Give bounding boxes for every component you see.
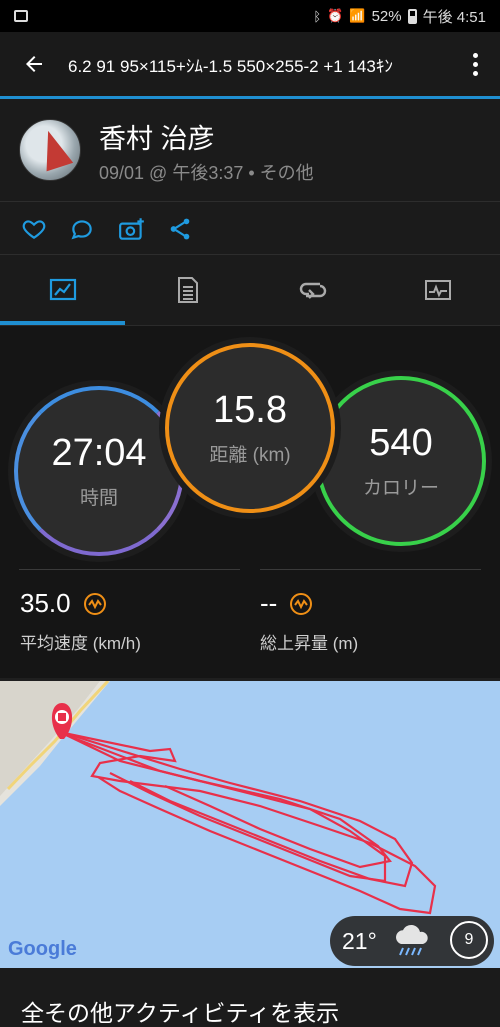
share-icon bbox=[170, 218, 190, 240]
footer: 全その他アクティビティを表示 bbox=[0, 968, 500, 1027]
distance-label: 距離 (km) bbox=[209, 445, 291, 466]
activity-datetime: 09/01 @ 午後3:37 • その他 bbox=[99, 163, 314, 183]
ascent-gauge-icon bbox=[290, 592, 313, 615]
time-ring: 27:04 時間 bbox=[14, 386, 184, 556]
back-button[interactable] bbox=[0, 32, 68, 96]
rain-cloud-icon bbox=[395, 924, 428, 956]
view-all-activities-link[interactable]: 全その他アクティビティを表示 bbox=[21, 994, 339, 1027]
temperature-value: 21° bbox=[342, 927, 377, 954]
summary-map-icon bbox=[49, 278, 76, 301]
action-bar bbox=[0, 202, 500, 254]
total-ascent-metric: -- 総上昇量 (m) bbox=[260, 588, 358, 654]
avatar[interactable] bbox=[19, 119, 81, 181]
alarm-icon: ⏰ bbox=[327, 8, 344, 23]
gps-track bbox=[63, 731, 437, 915]
clock: 午後 4:51 bbox=[422, 8, 486, 26]
arrow-left-icon bbox=[26, 56, 42, 72]
more-options-button[interactable] bbox=[450, 32, 500, 96]
more-vert-icon bbox=[472, 51, 478, 78]
bluetooth-icon: ᛒ bbox=[313, 8, 322, 24]
avg-speed-metric: 35.0 平均速度 (km/h) bbox=[20, 588, 141, 654]
app-bar: 6.2 91 95×115+ｼﾑ-1.5 550×255-2 +1 143ｷﾝ bbox=[0, 32, 500, 96]
total-ascent-value: -- bbox=[260, 588, 278, 618]
activity-title: 6.2 91 95×115+ｼﾑ-1.5 550×255-2 +1 143ｷﾝ bbox=[68, 56, 393, 76]
user-name: 香村 治彦 bbox=[99, 124, 215, 154]
total-ascent-label: 総上昇量 (m) bbox=[260, 634, 359, 653]
avg-speed-label: 平均速度 (km/h) bbox=[20, 634, 141, 653]
status-bar: ᛒ ⏰ 📶 52% 午後 4:51 bbox=[0, 0, 500, 32]
time-value: 27:04 bbox=[51, 432, 147, 474]
camera-add-icon bbox=[119, 218, 144, 240]
profile-header: 香村 治彦 09/01 @ 午後3:37 • その他 bbox=[0, 99, 500, 201]
wifi-icon: 📶 bbox=[349, 8, 366, 23]
google-logo: Google bbox=[8, 938, 77, 960]
tab-bar bbox=[0, 255, 500, 325]
distance-value: 15.8 bbox=[213, 389, 287, 431]
document-list-icon bbox=[177, 277, 198, 303]
calories-label: カロリー bbox=[362, 478, 439, 499]
battery-icon bbox=[407, 8, 417, 24]
battery-percent: 52% bbox=[371, 7, 402, 25]
loop-arrow-icon bbox=[299, 282, 326, 299]
time-label: 時間 bbox=[79, 488, 118, 509]
speed-gauge-icon bbox=[83, 592, 106, 615]
wind-value: 9 bbox=[464, 931, 474, 948]
add-photo-button[interactable] bbox=[118, 216, 144, 242]
tab-charts[interactable] bbox=[375, 255, 500, 325]
calories-value: 540 bbox=[369, 422, 433, 464]
avg-speed-value: 35.0 bbox=[20, 588, 71, 618]
calories-ring: 540 カロリー bbox=[316, 376, 486, 546]
wind-speed-icon: 9 bbox=[450, 921, 488, 959]
chart-pulse-icon bbox=[424, 280, 451, 300]
like-button[interactable] bbox=[21, 216, 47, 242]
gallery-icon bbox=[14, 10, 28, 22]
tab-splits[interactable] bbox=[250, 255, 375, 325]
distance-ring: 15.8 距離 (km) bbox=[165, 343, 335, 513]
divider bbox=[260, 569, 481, 570]
share-button[interactable] bbox=[167, 216, 193, 242]
comment-icon bbox=[71, 220, 92, 240]
tab-laps[interactable] bbox=[125, 255, 250, 325]
comment-button[interactable] bbox=[69, 216, 95, 242]
weather-widget[interactable]: 21° 9 bbox=[330, 916, 494, 966]
tab-summary[interactable] bbox=[0, 255, 125, 325]
heart-icon bbox=[22, 220, 46, 239]
divider bbox=[19, 569, 240, 570]
